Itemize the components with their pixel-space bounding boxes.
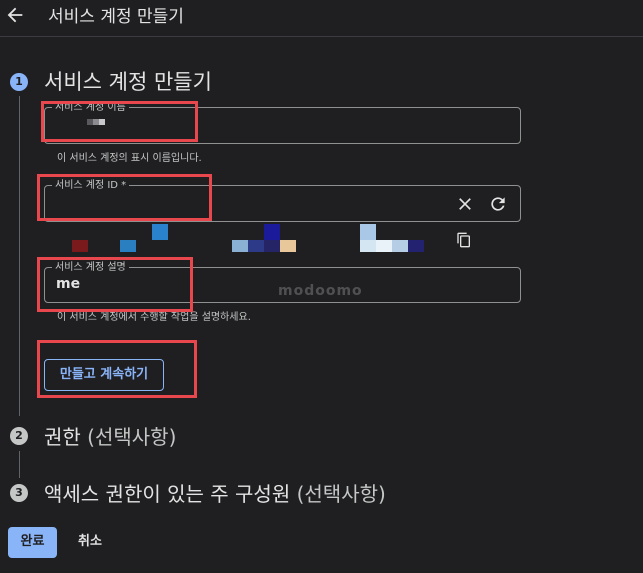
redacted-block <box>376 240 392 252</box>
highlight-box <box>37 174 212 221</box>
redacted-block <box>264 240 280 252</box>
step-2-optional: (선택사항) <box>87 425 177 449</box>
copy-icon[interactable] <box>456 232 472 248</box>
redacted-block <box>392 240 408 252</box>
step-1-title: 서비스 계정 만들기 <box>44 70 212 94</box>
redacted-block <box>360 240 376 252</box>
step-connector <box>19 451 20 478</box>
redacted-block <box>264 224 280 240</box>
page-title: 서비스 계정 만들기 <box>48 7 184 27</box>
watermark: modoomo <box>278 283 363 299</box>
redacted-block <box>408 240 424 252</box>
step-1-marker: 1 <box>10 73 28 91</box>
service-account-name-helper: 이 서비스 계정의 표시 이름입니다. <box>57 153 202 164</box>
highlight-box <box>37 257 193 312</box>
step-3-optional: (선택사항) <box>296 482 386 506</box>
highlight-box <box>41 101 198 142</box>
step-2-title[interactable]: 권한 (선택사항) <box>44 421 176 450</box>
redacted-block <box>120 240 136 252</box>
redacted-block <box>152 224 168 240</box>
redacted-block <box>72 240 88 252</box>
step-2-marker: 2 <box>10 427 28 445</box>
redacted-block <box>360 224 376 240</box>
step-3-title[interactable]: 액세스 권한이 있는 주 구성원 (선택사항) <box>44 478 386 507</box>
step-connector <box>19 96 20 416</box>
highlight-box <box>37 340 197 398</box>
redacted-block <box>232 240 248 252</box>
step-3-marker: 3 <box>10 484 28 502</box>
step-3-label: 액세스 권한이 있는 주 구성원 <box>44 482 291 506</box>
clear-icon[interactable] <box>455 194 475 214</box>
arrow-back-icon[interactable] <box>4 4 26 26</box>
done-button[interactable]: 완료 <box>8 527 57 558</box>
redacted-block <box>248 240 264 252</box>
refresh-icon[interactable] <box>488 194 508 214</box>
step-2-label: 권한 <box>44 425 81 449</box>
cancel-button[interactable]: 취소 <box>78 527 102 557</box>
redacted-block <box>280 240 296 252</box>
